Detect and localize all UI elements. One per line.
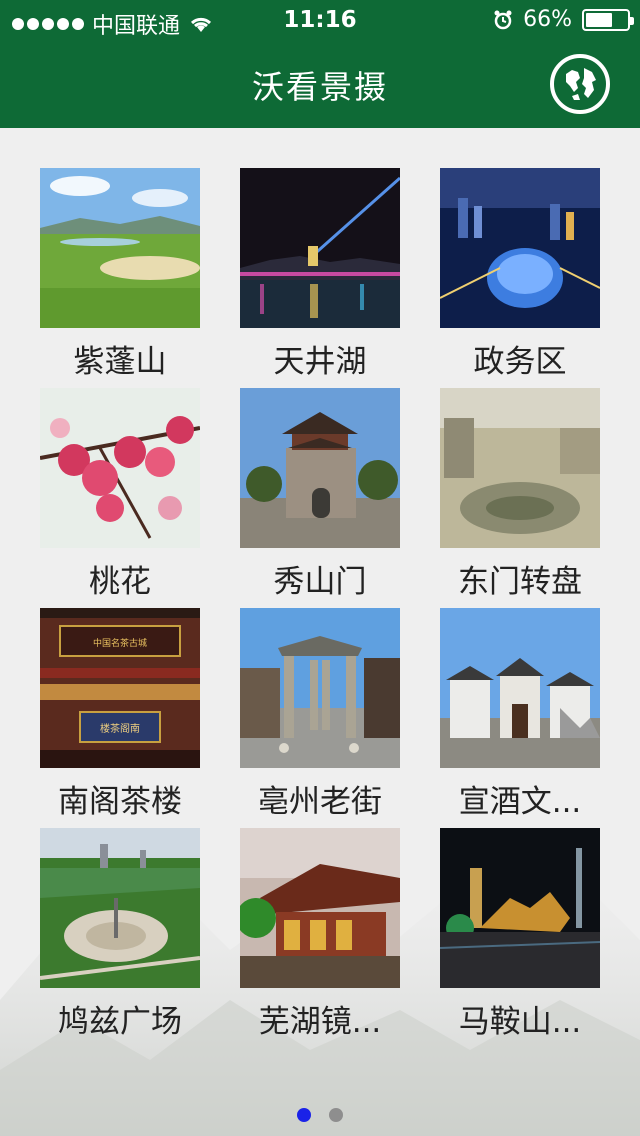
teahouse-sign-top: 中国名茶古城 — [93, 637, 147, 649]
teahouse-sign-bottom: 楼茶阁南 — [100, 722, 140, 735]
tile-label: 秀山门 — [273, 564, 367, 600]
tile-label: 芜湖镜... — [258, 1004, 382, 1040]
tile-tianjing-lake[interactable]: 天井湖 — [240, 168, 400, 382]
tile-label: 桃花 — [89, 564, 151, 600]
tile-thumbnail — [240, 828, 400, 988]
tile-xiushan-gate[interactable]: 秀山门 — [240, 388, 400, 602]
header-bar: 中国联通 11:16 66% 沃看景摄 — [0, 0, 640, 128]
tile-zipeng-mountain[interactable]: 紫蓬山 — [40, 168, 200, 382]
tile-government-district[interactable]: 政务区 — [440, 168, 600, 382]
tile-thumbnail — [40, 168, 200, 328]
page-dot-1[interactable] — [297, 1108, 311, 1122]
globe-icon — [566, 68, 596, 100]
status-bar: 中国联通 11:16 66% — [0, 0, 640, 40]
tile-label: 东门转盘 — [458, 564, 582, 600]
globe-map-button[interactable] — [550, 54, 610, 114]
tile-east-gate-roundabout[interactable]: 东门转盘 — [440, 388, 600, 602]
tile-bozhou-old-street[interactable]: 亳州老街 — [240, 608, 400, 822]
page-title: 沃看景摄 — [251, 68, 388, 106]
tile-maanshan[interactable]: 马鞍山... — [440, 828, 600, 1042]
tile-thumbnail — [240, 388, 400, 548]
page-dot-2[interactable] — [329, 1108, 343, 1122]
tile-jiuzi-square[interactable]: 鸠兹广场 — [40, 828, 200, 1042]
tile-wuhu-jinghu[interactable]: 芜湖镜... — [240, 828, 400, 1042]
tile-label: 政务区 — [473, 344, 567, 380]
tile-xuanjiu-culture[interactable]: 宣酒文... — [440, 608, 600, 822]
tile-thumbnail — [40, 828, 200, 988]
tile-label: 鸠兹广场 — [58, 1004, 182, 1040]
tile-label: 紫蓬山 — [73, 344, 167, 380]
battery-percent: 66% — [523, 7, 572, 32]
tile-thumbnail — [440, 828, 600, 988]
tile-thumbnail — [440, 388, 600, 548]
tile-label: 南阁茶楼 — [58, 784, 182, 820]
battery-icon — [582, 8, 634, 31]
tile-label: 宣酒文... — [458, 784, 582, 820]
tile-thumbnail — [440, 168, 600, 328]
tile-nange-teahouse[interactable]: 中国名茶古城 楼茶阁南 南阁茶楼 — [40, 608, 200, 822]
alarm-icon — [494, 10, 512, 29]
tile-label: 马鞍山... — [458, 1004, 582, 1040]
tile-thumbnail — [40, 388, 200, 548]
tile-thumbnail — [240, 608, 400, 768]
tile-thumbnail — [240, 168, 400, 328]
tile-peach-blossom[interactable]: 桃花 — [40, 388, 200, 602]
tile-label: 亳州老街 — [258, 784, 382, 820]
page-indicator[interactable] — [0, 1108, 640, 1122]
tile-label: 天井湖 — [273, 344, 367, 380]
tile-thumbnail: 中国名茶古城 楼茶阁南 — [40, 608, 200, 768]
tile-thumbnail — [440, 608, 600, 768]
